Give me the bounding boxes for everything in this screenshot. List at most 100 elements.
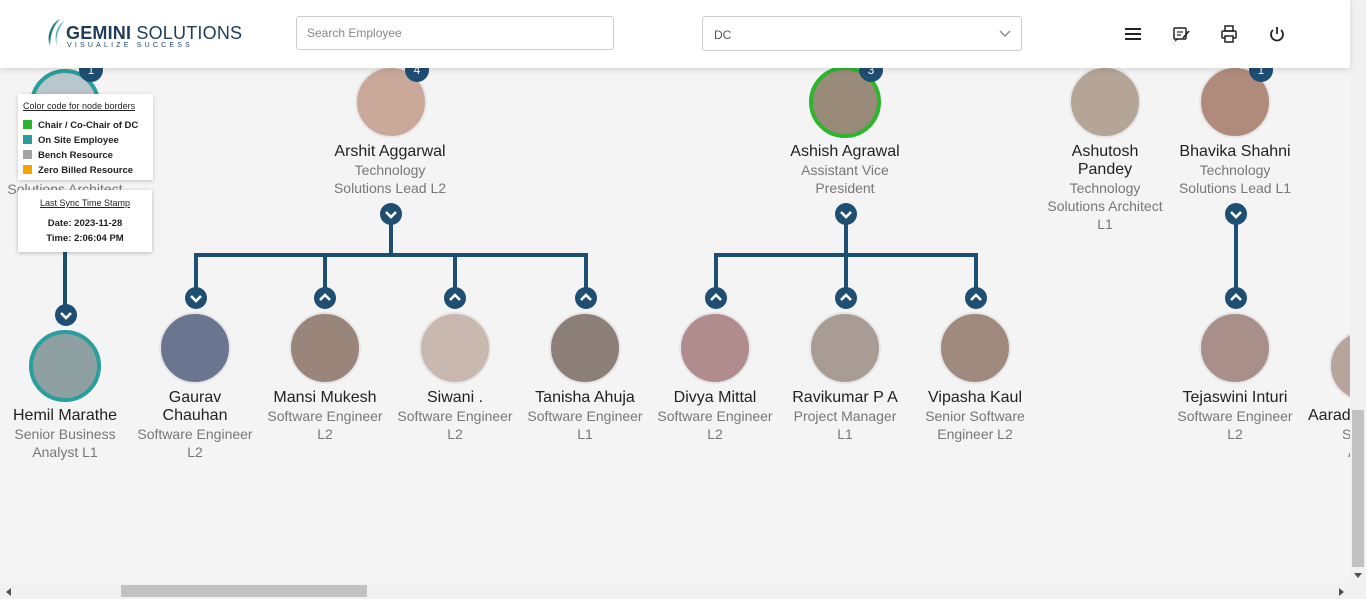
scroll-right-arrow-icon[interactable] (1336, 587, 1346, 597)
employee-node-tejaswini[interactable]: Tejaswini Inturi Software Engineer L2 (1165, 389, 1305, 443)
vertical-scrollbar-thumb[interactable] (1352, 410, 1364, 567)
collapse-toggle[interactable] (965, 287, 987, 309)
employee-node-bhavika[interactable]: Bhavika Shahni Technology Solutions Lead… (1165, 143, 1305, 197)
avatar[interactable] (159, 312, 231, 384)
employee-node-ashutosh[interactable]: Ashutosh Pandey Technology Solutions Arc… (1035, 143, 1175, 233)
chevron-down-icon (999, 30, 1011, 37)
legend-swatch (23, 150, 32, 159)
node-name: Divya Mittal (673, 389, 757, 406)
collapse-toggle[interactable] (705, 287, 727, 309)
chevron-up-icon (449, 293, 461, 301)
avatar[interactable] (419, 312, 491, 384)
legend-label: Zero Billed Resource (38, 165, 134, 176)
legend-title: Color code for node borders (23, 101, 136, 111)
employee-node-tanisha[interactable]: Tanisha Ahuja Software Engineer L1 (515, 389, 655, 443)
avatar[interactable] (1199, 312, 1271, 384)
node-role-line1: Solutions Architect (1047, 198, 1163, 214)
group-select[interactable]: DC (702, 16, 1022, 51)
chevron-up-icon (970, 293, 982, 301)
org-chart-canvas[interactable]: 1 Solutions Architect 4 Arshit Aggarwal … (0, 68, 1350, 583)
node-name-line1: Ashutosh (1071, 143, 1139, 160)
employee-node-siwani[interactable]: Siwani . Software Engineer L2 (385, 389, 525, 443)
avatar[interactable] (1069, 68, 1141, 138)
company-logo[interactable]: GEMINI SOLUTIONS VISUALIZE SUCCESS (46, 16, 242, 52)
collapse-toggle[interactable] (835, 203, 857, 225)
chevron-up-icon (840, 293, 852, 301)
node-name: Tanisha Ahuja (535, 389, 635, 406)
avatar[interactable] (289, 312, 361, 384)
search-employee-input[interactable] (296, 16, 614, 50)
menu-icon[interactable] (1123, 24, 1143, 44)
employee-node-mansi[interactable]: Mansi Mukesh Software Engineer L2 (255, 389, 395, 443)
top-header: GEMINI SOLUTIONS VISUALIZE SUCCESS DC (0, 0, 1350, 68)
horizontal-scrollbar-thumb[interactable] (121, 585, 367, 597)
employee-node-arshit[interactable]: Arshit Aggarwal Technology Solutions Lea… (320, 143, 460, 197)
node-dept: Technology (354, 162, 426, 178)
collapse-toggle[interactable] (1225, 203, 1247, 225)
employee-node-ravikumar[interactable]: Ravikumar P A Project Manager L1 (775, 389, 915, 443)
legend-label: Chair / Co-Chair of DC (38, 120, 139, 131)
node-name: Mansi Mukesh (273, 389, 377, 406)
legend-item-zero-billed: Zero Billed Resource (23, 165, 133, 176)
avatar[interactable] (679, 312, 751, 384)
node-role-line2: An (1308, 443, 1350, 461)
logo-wordmark: GEMINI SOLUTIONS (66, 23, 242, 44)
node-name-line2: Chauhan (162, 407, 228, 424)
legend-label: On Site Employee (38, 135, 119, 146)
scroll-down-arrow-icon[interactable] (1353, 570, 1363, 580)
node-role-line2: President (815, 180, 875, 196)
node-role-line1: Senio (1342, 426, 1350, 442)
node-name: Arshit Aggarwal (334, 143, 446, 160)
employee-node-ashish[interactable]: Ashish Agrawal Assistant Vice President (775, 143, 915, 197)
chevron-down-icon (1230, 211, 1242, 219)
node-name-line2: Pandey (1077, 161, 1133, 178)
node-name: Ravikumar P A (792, 389, 898, 406)
node-role: Solutions Lead L2 (333, 180, 447, 196)
collapse-toggle[interactable] (1225, 287, 1247, 309)
collapse-toggle[interactable] (314, 287, 336, 309)
collapse-toggle[interactable] (575, 287, 597, 309)
chevron-up-icon (710, 293, 722, 301)
print-icon[interactable] (1219, 24, 1239, 44)
collapse-toggle[interactable] (380, 203, 402, 225)
expand-toggle[interactable] (55, 304, 77, 326)
expand-toggle[interactable] (185, 287, 207, 309)
node-name: Hemil Marathe (12, 407, 118, 424)
node-dept: Technology (1069, 180, 1141, 196)
scroll-left-arrow-icon[interactable] (4, 587, 14, 597)
chevron-up-icon (319, 293, 331, 301)
employee-node-gaurav[interactable]: Gaurav Chauhan Software Engineer L2 (125, 389, 265, 461)
logo-mark-icon (48, 19, 64, 48)
logo-tagline: VISUALIZE SUCCESS (67, 42, 193, 49)
node-role-line2: L2 (187, 444, 203, 460)
node-name: Tejaswini Inturi (1182, 389, 1288, 406)
employee-node-partial[interactable]: Aarad Senio An (1308, 407, 1350, 461)
node-role-line2: Engineer L2 (937, 426, 1013, 442)
node-role-line2: L1 (577, 426, 593, 442)
avatar[interactable] (809, 312, 881, 384)
avatar[interactable] (939, 312, 1011, 384)
employee-node-hemil[interactable]: Hemil Marathe Senior Business Analyst L1 (0, 407, 135, 461)
employee-node-vipasha[interactable]: Vipasha Kaul Senior Software Engineer L2 (905, 389, 1045, 443)
node-role-line1: Software Engineer (267, 408, 383, 424)
employee-node-divya[interactable]: Divya Mittal Software Engineer L2 (645, 389, 785, 443)
power-icon[interactable] (1267, 24, 1287, 44)
legend-item-bench: Bench Resource (23, 150, 113, 161)
logo-rest: SOLUTIONS (131, 23, 243, 43)
node-role-line1: Software Engineer (397, 408, 513, 424)
node-role-line2: L1 (837, 426, 853, 442)
node-name: Ashish Agrawal (790, 143, 900, 160)
legend-label: Bench Resource (38, 150, 113, 161)
legend-swatch (23, 120, 32, 129)
node-role-line2: L2 (1227, 426, 1243, 442)
avatar[interactable] (29, 330, 101, 402)
node-role-line1: Software Engineer (137, 426, 253, 442)
collapse-toggle[interactable] (444, 287, 466, 309)
node-name: Bhavika Shahni (1179, 143, 1291, 160)
node-role-line1: Assistant Vice (801, 162, 889, 178)
collapse-toggle[interactable] (835, 287, 857, 309)
feedback-icon[interactable] (1171, 24, 1191, 44)
avatar[interactable] (549, 312, 621, 384)
logo-bold: GEMINI (66, 23, 132, 43)
group-select-value: DC (714, 28, 732, 42)
